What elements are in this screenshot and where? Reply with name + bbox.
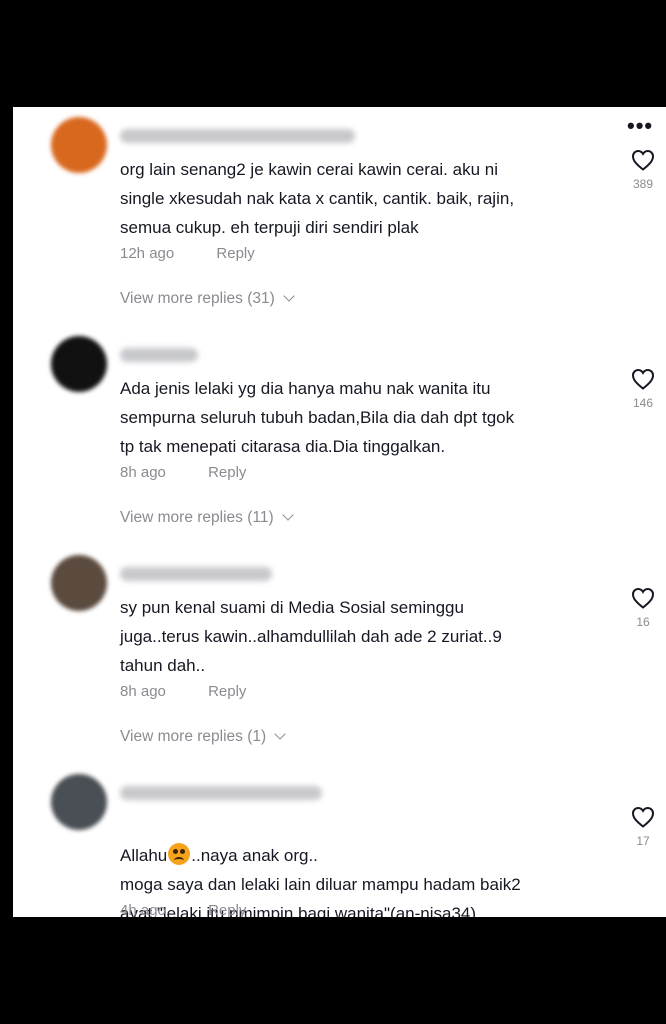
username-blurred[interactable] xyxy=(120,348,198,362)
comment-text-start: Allahu xyxy=(120,846,168,865)
like-button[interactable]: 389 xyxy=(623,149,663,191)
like-count: 16 xyxy=(636,615,650,629)
view-more-replies[interactable]: View more replies (1) xyxy=(120,728,286,746)
heart-icon xyxy=(631,806,655,828)
comment-time: 8h ago xyxy=(120,683,166,700)
avatar[interactable] xyxy=(51,555,107,611)
username-blurred[interactable] xyxy=(120,786,322,800)
comments-panel: ••• org lain senang2 je kawin cerai kawi… xyxy=(13,107,666,917)
view-replies-label: View more replies (31) xyxy=(120,290,275,307)
comment-meta: 4h ago Reply xyxy=(120,902,284,917)
comment-meta: 8h ago Reply xyxy=(120,464,284,481)
heart-icon xyxy=(631,149,655,171)
sad-face-emoji xyxy=(168,843,191,865)
avatar[interactable] xyxy=(51,336,107,392)
comment-text: Ada jenis lelaki yg dia hanya mahu nak w… xyxy=(120,379,515,456)
like-count: 17 xyxy=(636,834,650,848)
chevron-down-icon xyxy=(274,728,286,740)
view-replies-label: View more replies (1) xyxy=(120,728,267,745)
comment-text: org lain senang2 je kawin cerai kawin ce… xyxy=(120,160,515,237)
view-more-replies[interactable]: View more replies (31) xyxy=(120,290,295,308)
comment-time: 8h ago xyxy=(120,464,166,481)
comment-time: 12h ago xyxy=(120,245,175,262)
comment-text-end: ..naya anak org.. xyxy=(191,846,318,865)
like-button[interactable]: 17 xyxy=(623,806,663,848)
reply-button[interactable]: Reply xyxy=(208,464,246,481)
more-options-icon[interactable]: ••• xyxy=(627,115,653,137)
chevron-down-icon xyxy=(281,509,294,521)
chevron-down-icon xyxy=(283,290,295,302)
username-blurred[interactable] xyxy=(120,567,272,581)
avatar[interactable] xyxy=(51,774,107,830)
comment-time: 4h ago xyxy=(120,902,166,917)
view-more-replies[interactable]: View more replies (11) xyxy=(120,509,294,527)
heart-icon xyxy=(631,587,655,609)
like-count: 389 xyxy=(632,177,654,191)
comment-text: sy pun kenal suami di Media Sosial semin… xyxy=(120,598,502,675)
view-replies-label: View more replies (11) xyxy=(120,509,274,526)
comment-meta: 8h ago Reply xyxy=(120,683,284,700)
reply-button[interactable]: Reply xyxy=(208,902,246,917)
reply-button[interactable]: Reply xyxy=(208,683,246,700)
like-button[interactable]: 16 xyxy=(623,587,663,629)
like-count: 146 xyxy=(632,396,654,410)
comment-meta: 12h ago Reply xyxy=(120,245,293,262)
username-blurred[interactable] xyxy=(120,129,355,143)
heart-icon xyxy=(631,368,655,390)
like-button[interactable]: 146 xyxy=(623,368,663,410)
reply-button[interactable]: Reply xyxy=(216,245,254,262)
avatar[interactable] xyxy=(51,117,107,173)
